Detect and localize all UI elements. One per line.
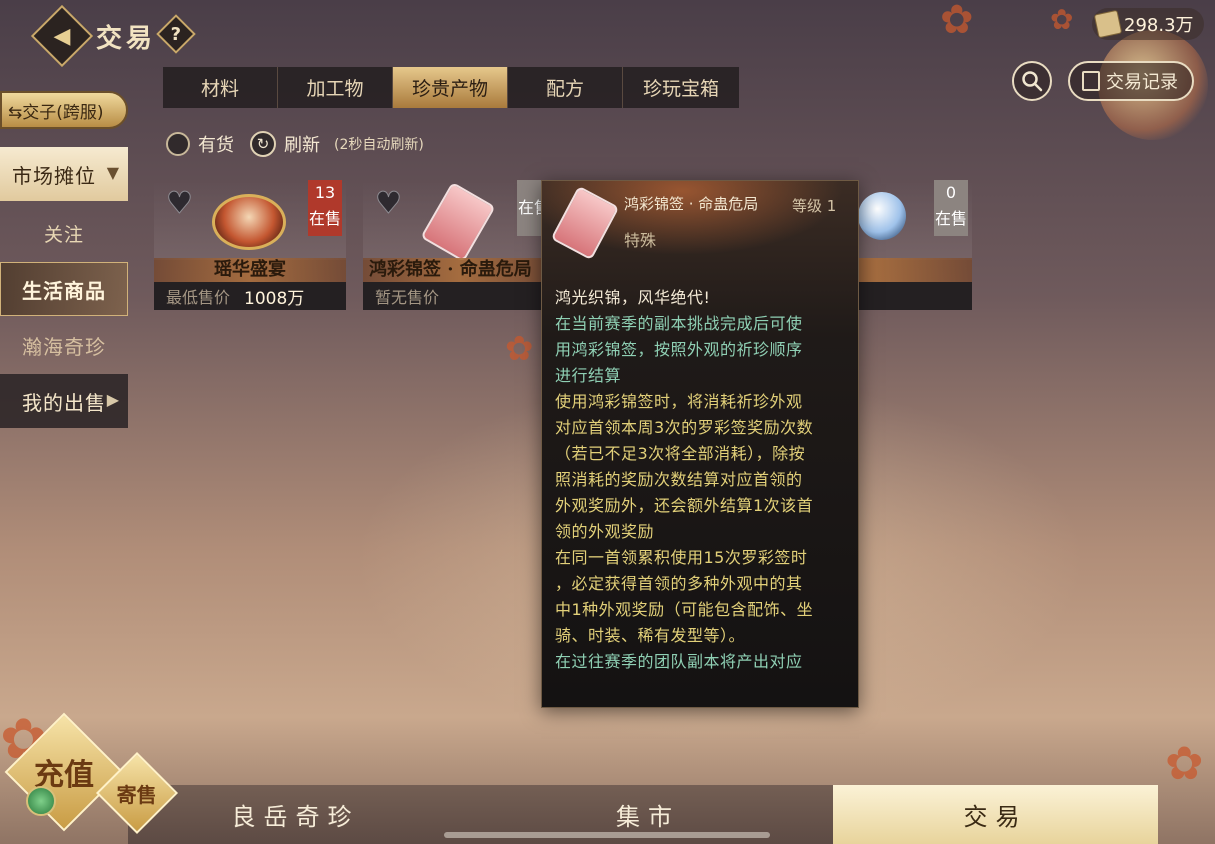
records-icon bbox=[1082, 71, 1100, 91]
item-name: 瑶华盛宴 bbox=[154, 258, 346, 282]
tooltip-line: 照消耗的奖励次数结算对应首领的 bbox=[555, 470, 803, 489]
stock-badge: 13 在售 bbox=[308, 180, 342, 236]
tooltip-line: 外观奖励外，还会额外结算1次该首 bbox=[555, 496, 814, 515]
price-bar: 最低售价 1008万 bbox=[154, 282, 346, 310]
back-arrow-icon: ◀ bbox=[53, 23, 71, 49]
sidebar-item-life-goods[interactable]: 生活商品 bbox=[0, 262, 128, 316]
tooltip-description: 鸿光织锦，风华绝代! 在当前赛季的副本挑战完成后可使 用鸿彩锦签，按照外观的祈珍… bbox=[555, 285, 851, 675]
heart-icon[interactable]: ♥ bbox=[375, 186, 403, 222]
sidebar-item-label: 市场摊位 bbox=[12, 163, 96, 188]
tab-materials[interactable]: 材料 bbox=[163, 67, 278, 108]
back-button[interactable]: ◀ bbox=[30, 4, 94, 68]
in-stock-radio[interactable] bbox=[166, 132, 190, 156]
price-value: 1008万 bbox=[244, 288, 305, 309]
in-stock-label: 有货 bbox=[198, 135, 234, 156]
tooltip-line: 在同一首领累积使用15次罗彩签时 bbox=[555, 548, 808, 567]
sidebar-item-sea-treasures[interactable]: 瀚海奇珍 bbox=[0, 318, 128, 372]
item-tooltip: 鸿彩锦签 · 命蛊危局 等级 1 特殊 鸿光织锦，风华绝代! 在当前赛季的副本挑… bbox=[541, 180, 859, 708]
tooltip-item-type: 特殊 bbox=[624, 231, 657, 250]
tooltip-line: 对应首领本周3次的罗彩签奖励次数 bbox=[555, 418, 814, 437]
sidebar-item-label: 我的出售 bbox=[22, 390, 106, 415]
item-name: 鸿彩锦签 · 命蛊危局 bbox=[363, 258, 555, 282]
jade-coin-icon bbox=[26, 786, 56, 816]
bottom-tab-trade[interactable]: 交易 bbox=[833, 785, 1158, 844]
cross-server-toggle[interactable]: ⇆交子(跨服) bbox=[0, 91, 128, 129]
search-button[interactable] bbox=[1012, 61, 1052, 101]
trade-records-label: 交易记录 bbox=[1106, 72, 1178, 93]
trade-records-button[interactable]: 交易记录 bbox=[1068, 61, 1194, 101]
item-card[interactable]: ♥ 13 在售 瑶华盛宴 最低售价 1008万 bbox=[154, 180, 346, 310]
tooltip-line: 领的外观奖励 bbox=[555, 522, 655, 541]
price-label: 暂无售价 bbox=[375, 288, 440, 307]
page-title: 交易 bbox=[96, 24, 157, 54]
refresh-icon[interactable]: ↻ bbox=[250, 131, 276, 157]
tab-precious[interactable]: 珍贵产物 bbox=[393, 67, 508, 108]
help-button[interactable]: ? bbox=[156, 14, 196, 54]
heart-icon[interactable]: ♥ bbox=[166, 186, 194, 222]
currency-value: 298.3万 bbox=[1124, 15, 1194, 36]
stock-badge: 0 在售 bbox=[934, 180, 968, 236]
tab-processed[interactable]: 加工物 bbox=[278, 67, 393, 108]
currency-display[interactable]: 298.3万 bbox=[1092, 8, 1204, 40]
chevron-right-icon: ▶ bbox=[106, 390, 120, 409]
maple-leaf-decoration: ✿ bbox=[505, 329, 534, 369]
tooltip-line: 进行结算 bbox=[555, 366, 622, 385]
tooltip-item-name: 鸿彩锦签 · 命蛊危局 bbox=[624, 195, 759, 213]
tooltip-line: 使用鸿彩锦签时，将消耗祈珍外观 bbox=[555, 392, 803, 411]
tooltip-line: 骑、时装、稀有发型等）。 bbox=[555, 626, 746, 645]
maple-leaf-decoration: ✿ bbox=[1165, 736, 1204, 790]
coin-icon bbox=[1093, 9, 1123, 39]
tooltip-line: 在过往赛季的团队副本将产出对应 bbox=[555, 652, 803, 671]
maple-leaf-decoration: ✿ bbox=[940, 0, 974, 43]
stock-count: 0 bbox=[945, 183, 957, 202]
price-bar: 暂无售价 bbox=[363, 282, 555, 310]
sidebar-item-my-sales[interactable]: 我的出售 ▶ bbox=[0, 374, 128, 428]
refresh-hint: (2秒自动刷新) bbox=[334, 137, 424, 153]
refresh-label: 刷新 bbox=[284, 135, 320, 156]
stock-status: 在售 bbox=[934, 209, 967, 228]
item-card[interactable]: ♥ 在售 鸿彩锦签 · 命蛊危局 暂无售价 bbox=[363, 180, 555, 310]
search-icon bbox=[1022, 71, 1043, 92]
tooltip-line: ，必定获得首领的多种外观中的其 bbox=[555, 574, 803, 593]
tooltip-line: 用鸿彩锦签，按照外观的祈珍顺序 bbox=[555, 340, 803, 359]
sidebar-item-follow[interactable]: 关注 bbox=[0, 206, 128, 260]
tooltip-line: 中1种外观奖励（可能包含配饰、坐 bbox=[555, 600, 814, 619]
consign-label: 寄售 bbox=[117, 782, 157, 807]
tooltip-line: （若已不足3次将全部消耗），除按 bbox=[555, 444, 806, 463]
in-stock-filter[interactable]: 有货 bbox=[166, 131, 234, 157]
chevron-down-icon: ▼ bbox=[106, 163, 120, 182]
sidebar-item-market-stall[interactable]: 市场摊位 ▼ bbox=[0, 147, 128, 201]
home-indicator bbox=[444, 832, 770, 838]
stock-status: 在售 bbox=[308, 209, 341, 228]
tab-recipes[interactable]: 配方 bbox=[508, 67, 623, 108]
tooltip-line: 鸿光织锦，风华绝代! bbox=[555, 288, 711, 307]
maple-leaf-decoration: ✿ bbox=[1050, 3, 1074, 36]
feast-dish-icon bbox=[212, 194, 286, 250]
price-label: 最低售价 bbox=[166, 288, 231, 307]
refresh-control[interactable]: ↻ 刷新 (2秒自动刷新) bbox=[250, 131, 424, 157]
question-icon: ? bbox=[170, 23, 182, 45]
tooltip-line: 在当前赛季的副本挑战完成后可使 bbox=[555, 314, 803, 333]
category-tabs: 材料 加工物 珍贵产物 配方 珍玩宝箱 bbox=[163, 67, 739, 108]
bottom-tab-treasures[interactable]: 良岳奇珍 bbox=[128, 785, 463, 844]
tab-treasure-chests[interactable]: 珍玩宝箱 bbox=[623, 67, 739, 108]
crystal-orb-icon bbox=[858, 192, 906, 240]
tooltip-item-level: 等级 1 bbox=[792, 197, 837, 215]
stock-count: 13 bbox=[314, 183, 336, 202]
